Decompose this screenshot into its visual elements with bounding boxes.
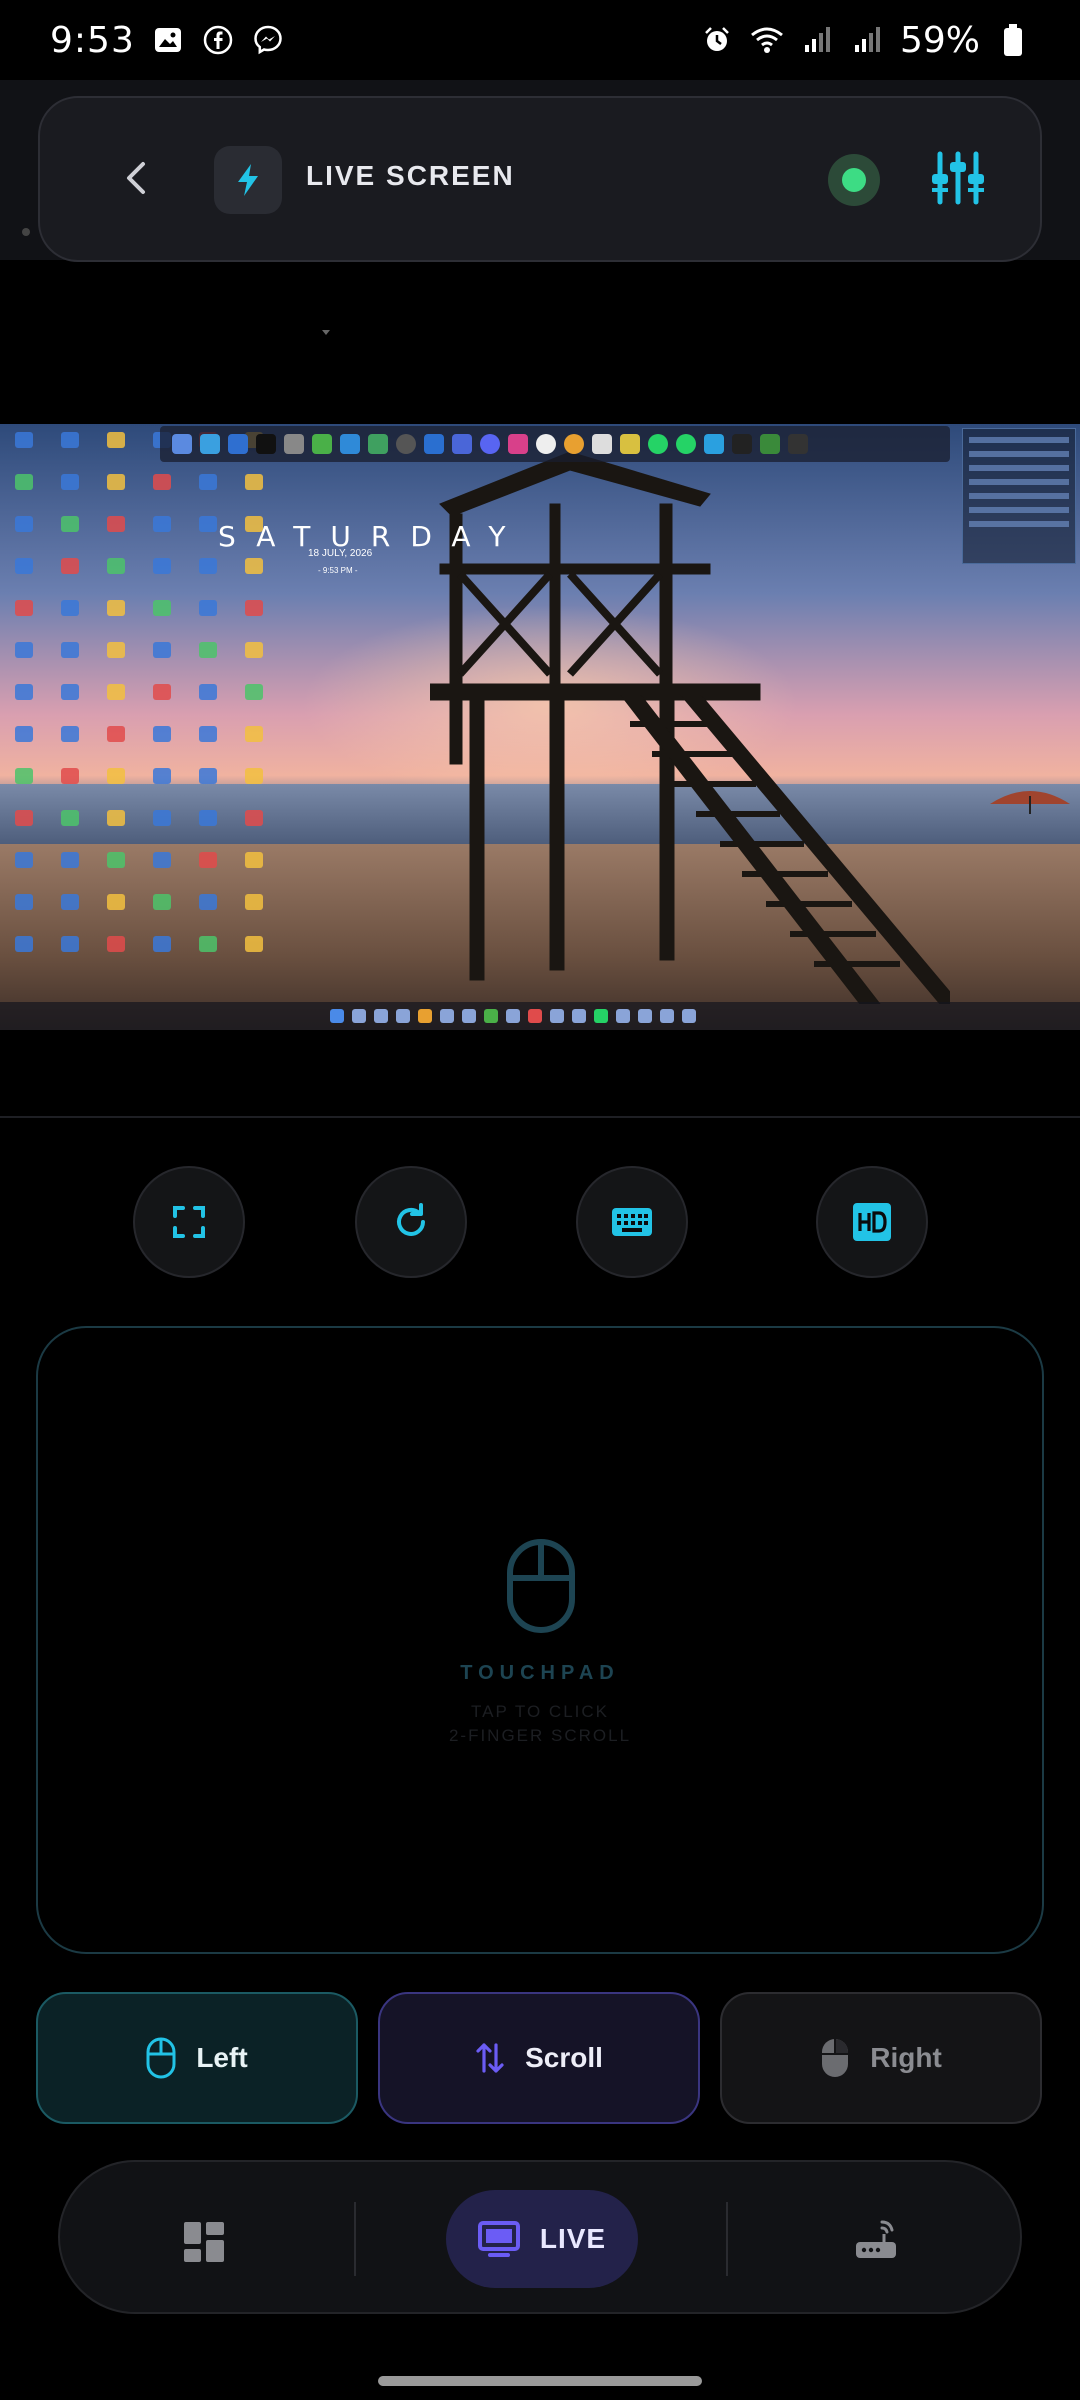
bolt-icon: [214, 146, 282, 214]
keyboard-button[interactable]: [576, 1166, 688, 1278]
right-click-button[interactable]: Right: [720, 1992, 1042, 2124]
mouse-right-icon: [822, 2039, 849, 2077]
refresh-button[interactable]: [355, 1166, 467, 1278]
remote-clock-time: - 9:53 PM -: [318, 566, 358, 575]
signal-icon: [800, 23, 834, 57]
page-title: LIVE SCREEN: [306, 160, 515, 191]
signal-icon: [850, 23, 884, 57]
router-icon[interactable]: [854, 2218, 898, 2262]
wifi-icon: [750, 23, 784, 57]
touchpad-label: TOUCHPAD: [460, 1662, 620, 1684]
bottom-navigation: LIVE: [58, 2160, 1022, 2314]
battery-icon: [996, 23, 1030, 57]
left-click-label: Left: [196, 2042, 248, 2073]
touchpad-hint-tap: TAP TO CLICK: [470, 1702, 609, 1721]
hd-icon: [853, 1203, 891, 1241]
dashboard-icon[interactable]: [184, 2222, 224, 2262]
left-click-button[interactable]: Left: [36, 1992, 358, 2124]
remote-screen-view[interactable]: SATURDAY 18 JULY, 2026 - 9:53 PM -: [0, 424, 1080, 1030]
chevron-down-icon: [322, 330, 330, 336]
hd-button[interactable]: [816, 1166, 928, 1278]
remote-clock-date: 18 JULY, 2026: [308, 548, 373, 559]
remote-bottom-taskbar: [0, 1002, 1080, 1030]
nav-live-label: LIVE: [539, 2223, 607, 2254]
remote-system-widget: [962, 428, 1076, 564]
mouse-icon: [507, 1539, 575, 1633]
nav-live-tab[interactable]: LIVE: [446, 2190, 638, 2288]
nav-divider: [354, 2202, 356, 2276]
divider: [0, 1116, 1080, 1118]
equalizer-icon: [932, 151, 984, 205]
remote-top-taskbar: [160, 426, 950, 462]
equalizer-button[interactable]: [928, 148, 988, 208]
gallery-icon: [151, 23, 185, 57]
monitor-icon: [477, 2221, 520, 2257]
touchpad-hint-scroll: 2-FINGER SCROLL: [448, 1726, 632, 1745]
messenger-icon: [251, 23, 285, 57]
right-click-label: Right: [870, 2042, 942, 2073]
live-status-dot: [828, 154, 880, 206]
alarm-icon: [700, 23, 734, 57]
keyboard-icon: [612, 1208, 652, 1236]
beach-umbrella-image: [990, 791, 1070, 814]
back-button[interactable]: [106, 148, 166, 208]
nav-divider: [726, 2202, 728, 2276]
back-icon: [127, 162, 145, 194]
scroll-label: Scroll: [525, 2042, 603, 2073]
page-indicator-dot: [22, 228, 30, 236]
home-indicator[interactable]: [378, 2376, 702, 2386]
fullscreen-icon: [173, 1206, 205, 1238]
status-time: 9:53: [50, 19, 135, 61]
scroll-arrows-icon: [476, 2043, 504, 2073]
refresh-icon: [397, 1203, 425, 1236]
app-header: LIVE SCREEN: [38, 96, 1042, 335]
battery-percent: 59%: [899, 19, 980, 61]
scroll-button[interactable]: Scroll: [378, 1992, 700, 2124]
facebook-icon: [201, 23, 235, 57]
status-bar: 9:53 59%: [0, 0, 1080, 80]
fullscreen-button[interactable]: [133, 1166, 245, 1278]
mouse-left-icon: [146, 2037, 176, 2079]
touchpad-area[interactable]: TOUCHPAD TAP TO CLICK 2-FINGER SCROLL: [36, 1326, 1044, 1954]
